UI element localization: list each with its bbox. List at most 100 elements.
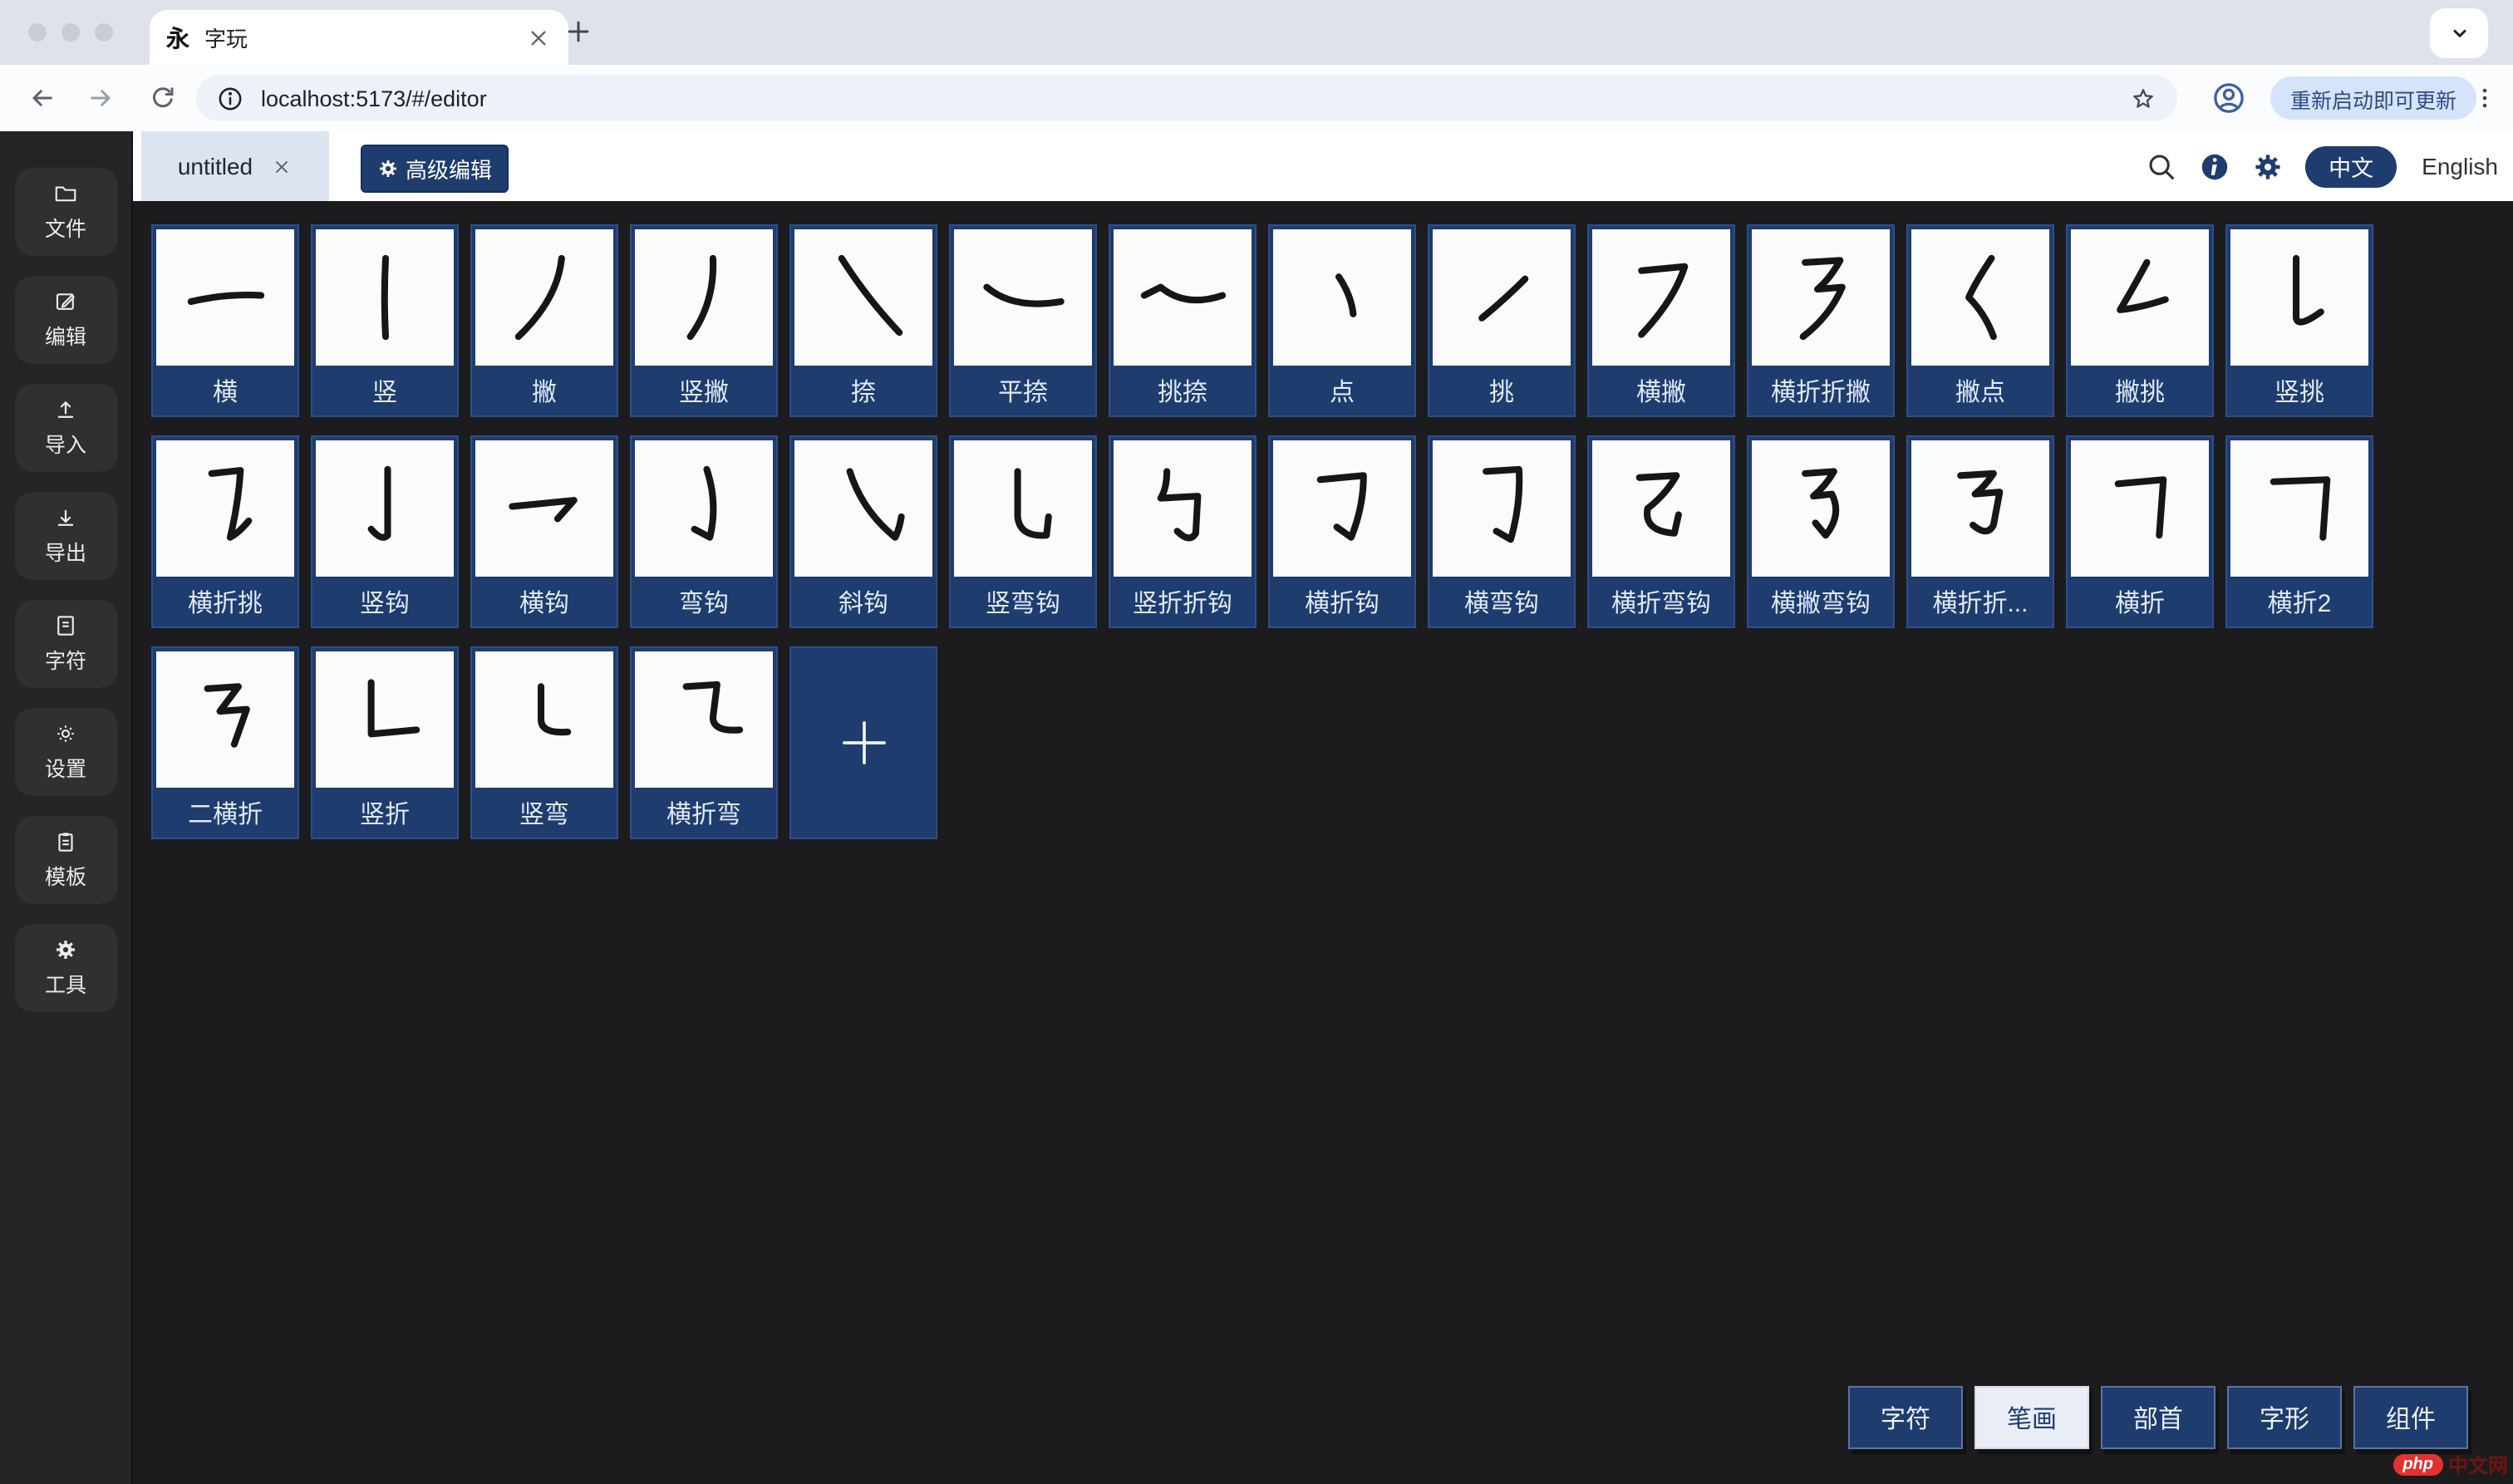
stroke-glyph-shuwangou (954, 440, 1092, 577)
app-window: 永 字玩 localhost:5173/#/editor 重新启动即可更新 文件… (0, 0, 2513, 1484)
info-icon[interactable] (2199, 150, 2230, 182)
stroke-glyph-hengwangou (1433, 440, 1571, 577)
stroke-card[interactable]: 横折折... (1906, 435, 2054, 628)
sidebar: 文件编辑导入导出字符设置模板工具 (0, 131, 133, 1484)
stroke-card[interactable]: 横撇 (1587, 224, 1735, 417)
tab-search-button[interactable] (2430, 8, 2488, 58)
stroke-card[interactable]: 横撇弯钩 (1747, 435, 1895, 628)
category-tab[interactable]: 字符 (1848, 1386, 1963, 1449)
stroke-label: 平捺 (954, 366, 1092, 415)
stroke-card[interactable]: 竖钩 (311, 435, 459, 628)
stroke-card[interactable]: 横折弯钩 (1587, 435, 1735, 628)
stroke-card[interactable]: 平捺 (949, 224, 1097, 417)
stroke-glyph-hengzhezhepie (1752, 229, 1890, 366)
stroke-card[interactable]: 撇点 (1906, 224, 2054, 417)
stroke-card[interactable]: 挑 (1428, 224, 1576, 417)
forward-icon[interactable] (86, 83, 116, 113)
editor-content: 横竖撇竖撇捺平捺挑捺点挑横撇横折折撇撇点撇挑竖挑横折挑竖钩横钩弯钩斜钩竖弯钩竖折… (133, 201, 2513, 1484)
window-close-button[interactable] (28, 23, 47, 42)
close-icon[interactable] (271, 155, 293, 177)
stroke-card[interactable]: 点 (1268, 224, 1416, 417)
stroke-card[interactable]: 横折2 (2225, 435, 2373, 628)
update-chip-label: 重新启动即可更新 (2290, 82, 2456, 114)
stroke-card[interactable]: 竖弯 (470, 646, 618, 839)
sidebar-item-folder[interactable]: 文件 (14, 168, 117, 256)
stroke-glyph-hengzhetiao (156, 440, 294, 577)
stroke-card[interactable]: 竖折 (311, 646, 459, 839)
stroke-label: 挑 (1433, 366, 1571, 415)
window-controls[interactable] (28, 23, 113, 42)
url-text[interactable]: localhost:5173/#/editor (261, 86, 2112, 111)
stroke-label: 横折弯钩 (1592, 577, 1730, 627)
stroke-label: 竖撇 (635, 366, 773, 415)
document-tab[interactable]: untitled (141, 131, 329, 201)
browser-tab[interactable]: 永 字玩 (150, 10, 568, 65)
stroke-label: 竖折折钩 (1114, 577, 1252, 627)
window-minimize-button[interactable] (61, 23, 80, 42)
stroke-label: 斜钩 (794, 577, 932, 627)
stroke-card[interactable]: 竖挑 (2225, 224, 2373, 417)
stroke-card[interactable]: 横折钩 (1268, 435, 1416, 628)
stroke-label: 横折钩 (1273, 577, 1411, 627)
tab-title: 字玩 (204, 22, 510, 53)
stroke-card[interactable]: 横折弯 (630, 646, 778, 839)
stroke-card[interactable]: 横弯钩 (1428, 435, 1576, 628)
watermark: php 中文网 (2393, 1451, 2508, 1479)
star-icon[interactable] (2129, 84, 2157, 112)
stroke-card[interactable]: 斜钩 (789, 435, 937, 628)
sidebar-item-characters[interactable]: 字符 (14, 600, 117, 688)
language-toggle-zh[interactable]: 中文 (2305, 145, 2397, 187)
sidebar-item-import[interactable]: 导入 (14, 384, 117, 472)
category-tab[interactable]: 组件 (2353, 1386, 2468, 1449)
category-tab[interactable]: 字形 (2227, 1386, 2342, 1449)
sidebar-item-label: 工具 (45, 967, 86, 999)
stroke-card[interactable]: 弯钩 (630, 435, 778, 628)
kebab-icon[interactable] (2470, 81, 2500, 115)
stroke-label: 横钩 (475, 577, 613, 627)
category-tab[interactable]: 笔画 (1974, 1386, 2089, 1449)
stroke-card[interactable]: 横折折撇 (1747, 224, 1895, 417)
stroke-label: 挑捺 (1114, 366, 1252, 415)
stroke-card[interactable]: 撇挑 (2066, 224, 2214, 417)
sidebar-item-settings-outline[interactable]: 设置 (14, 708, 117, 796)
new-tab-icon[interactable] (562, 15, 595, 48)
profile-icon[interactable] (2211, 80, 2247, 116)
language-toggle-en[interactable]: English (2422, 153, 2498, 179)
sidebar-item-tools[interactable]: 工具 (14, 924, 117, 1012)
stroke-label: 竖弯 (475, 788, 613, 838)
stroke-card[interactable]: 竖折折钩 (1109, 435, 1256, 628)
stroke-card[interactable]: 横折 (2066, 435, 2214, 628)
stroke-card[interactable]: 撇 (470, 224, 618, 417)
stroke-card[interactable]: 二横折 (151, 646, 299, 839)
stroke-card[interactable]: 竖 (311, 224, 459, 417)
stroke-card[interactable]: 横折挑 (151, 435, 299, 628)
stroke-card[interactable]: 挑捺 (1109, 224, 1256, 417)
watermark-badge: php (2393, 1454, 2443, 1476)
sidebar-item-template[interactable]: 模板 (14, 816, 117, 904)
stroke-card[interactable]: 横钩 (470, 435, 618, 628)
stroke-glyph-hengpie (1592, 229, 1730, 366)
back-icon[interactable] (27, 83, 57, 113)
stroke-card[interactable]: 捺 (789, 224, 937, 417)
sidebar-item-edit[interactable]: 编辑 (14, 276, 117, 364)
add-stroke-card[interactable] (789, 646, 937, 839)
sidebar-item-export[interactable]: 导出 (14, 492, 117, 580)
refresh-icon[interactable] (148, 83, 178, 113)
search-icon[interactable] (2146, 150, 2177, 182)
stroke-card[interactable]: 竖撇 (630, 224, 778, 417)
address-bar[interactable]: localhost:5173/#/editor (196, 75, 2177, 121)
advanced-edit-label: 高级编辑 (406, 153, 492, 184)
favicon: 永 (166, 21, 189, 54)
site-info-icon[interactable] (216, 84, 244, 112)
window-zoom-button[interactable] (95, 23, 113, 42)
gear-icon[interactable] (2252, 150, 2284, 182)
category-tab[interactable]: 部首 (2101, 1386, 2215, 1449)
advanced-edit-button[interactable]: 高级编辑 (361, 145, 509, 193)
stroke-label: 横折2 (2230, 577, 2368, 627)
stroke-card[interactable]: 横 (151, 224, 299, 417)
sidebar-item-label: 导出 (45, 535, 86, 567)
stroke-card[interactable]: 竖弯钩 (949, 435, 1097, 628)
close-icon[interactable] (525, 24, 552, 51)
update-chip[interactable]: 重新启动即可更新 (2270, 76, 2476, 120)
browser-navbar: localhost:5173/#/editor 重新启动即可更新 (0, 65, 2513, 133)
